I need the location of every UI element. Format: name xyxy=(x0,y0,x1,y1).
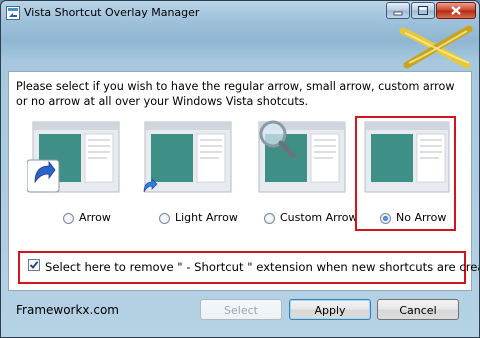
select-button[interactable]: Select xyxy=(200,299,282,320)
option-arrow[interactable]: Arrow xyxy=(27,120,127,238)
minimize-icon xyxy=(393,11,403,16)
checkmark-icon xyxy=(29,261,39,269)
light-arrow-preview-image xyxy=(143,121,232,193)
instructions-text: Please select if you wish to have the re… xyxy=(16,80,455,108)
option-light-arrow-label: Light Arrow xyxy=(175,211,238,224)
option-custom-arrow[interactable]: Custom Arrow xyxy=(253,120,358,238)
selected-option-highlight xyxy=(355,116,456,231)
arrow-preview-image xyxy=(27,121,120,193)
remove-extension-label[interactable]: Select here to remove " - Shortcut " ext… xyxy=(45,260,479,274)
close-icon xyxy=(451,6,461,15)
remove-extension-checkbox[interactable] xyxy=(28,259,40,271)
apply-button[interactable]: Apply xyxy=(289,299,371,320)
option-arrow-radio[interactable] xyxy=(63,213,74,224)
option-light-arrow[interactable]: Light Arrow xyxy=(139,120,239,238)
app-icon xyxy=(6,6,20,20)
maximize-icon xyxy=(418,6,428,15)
content-panel: Please select if you wish to have the re… xyxy=(8,71,479,291)
option-custom-arrow-label: Custom Arrow xyxy=(280,211,358,224)
maximize-button[interactable] xyxy=(411,2,435,19)
option-light-arrow-radio[interactable] xyxy=(159,213,170,224)
close-button[interactable] xyxy=(436,2,476,19)
app-window: Vista Shortcut Overlay Manager Please se… xyxy=(0,0,480,338)
option-arrow-label: Arrow xyxy=(79,211,111,224)
minimize-button[interactable] xyxy=(386,2,410,19)
custom-arrow-preview-image xyxy=(258,120,346,193)
option-custom-arrow-radio[interactable] xyxy=(264,213,275,224)
brand-link[interactable]: Frameworkx.com xyxy=(16,303,119,317)
window-title: Vista Shortcut Overlay Manager xyxy=(24,6,200,19)
cancel-button[interactable]: Cancel xyxy=(377,299,459,320)
frameworkx-logo xyxy=(399,25,473,69)
